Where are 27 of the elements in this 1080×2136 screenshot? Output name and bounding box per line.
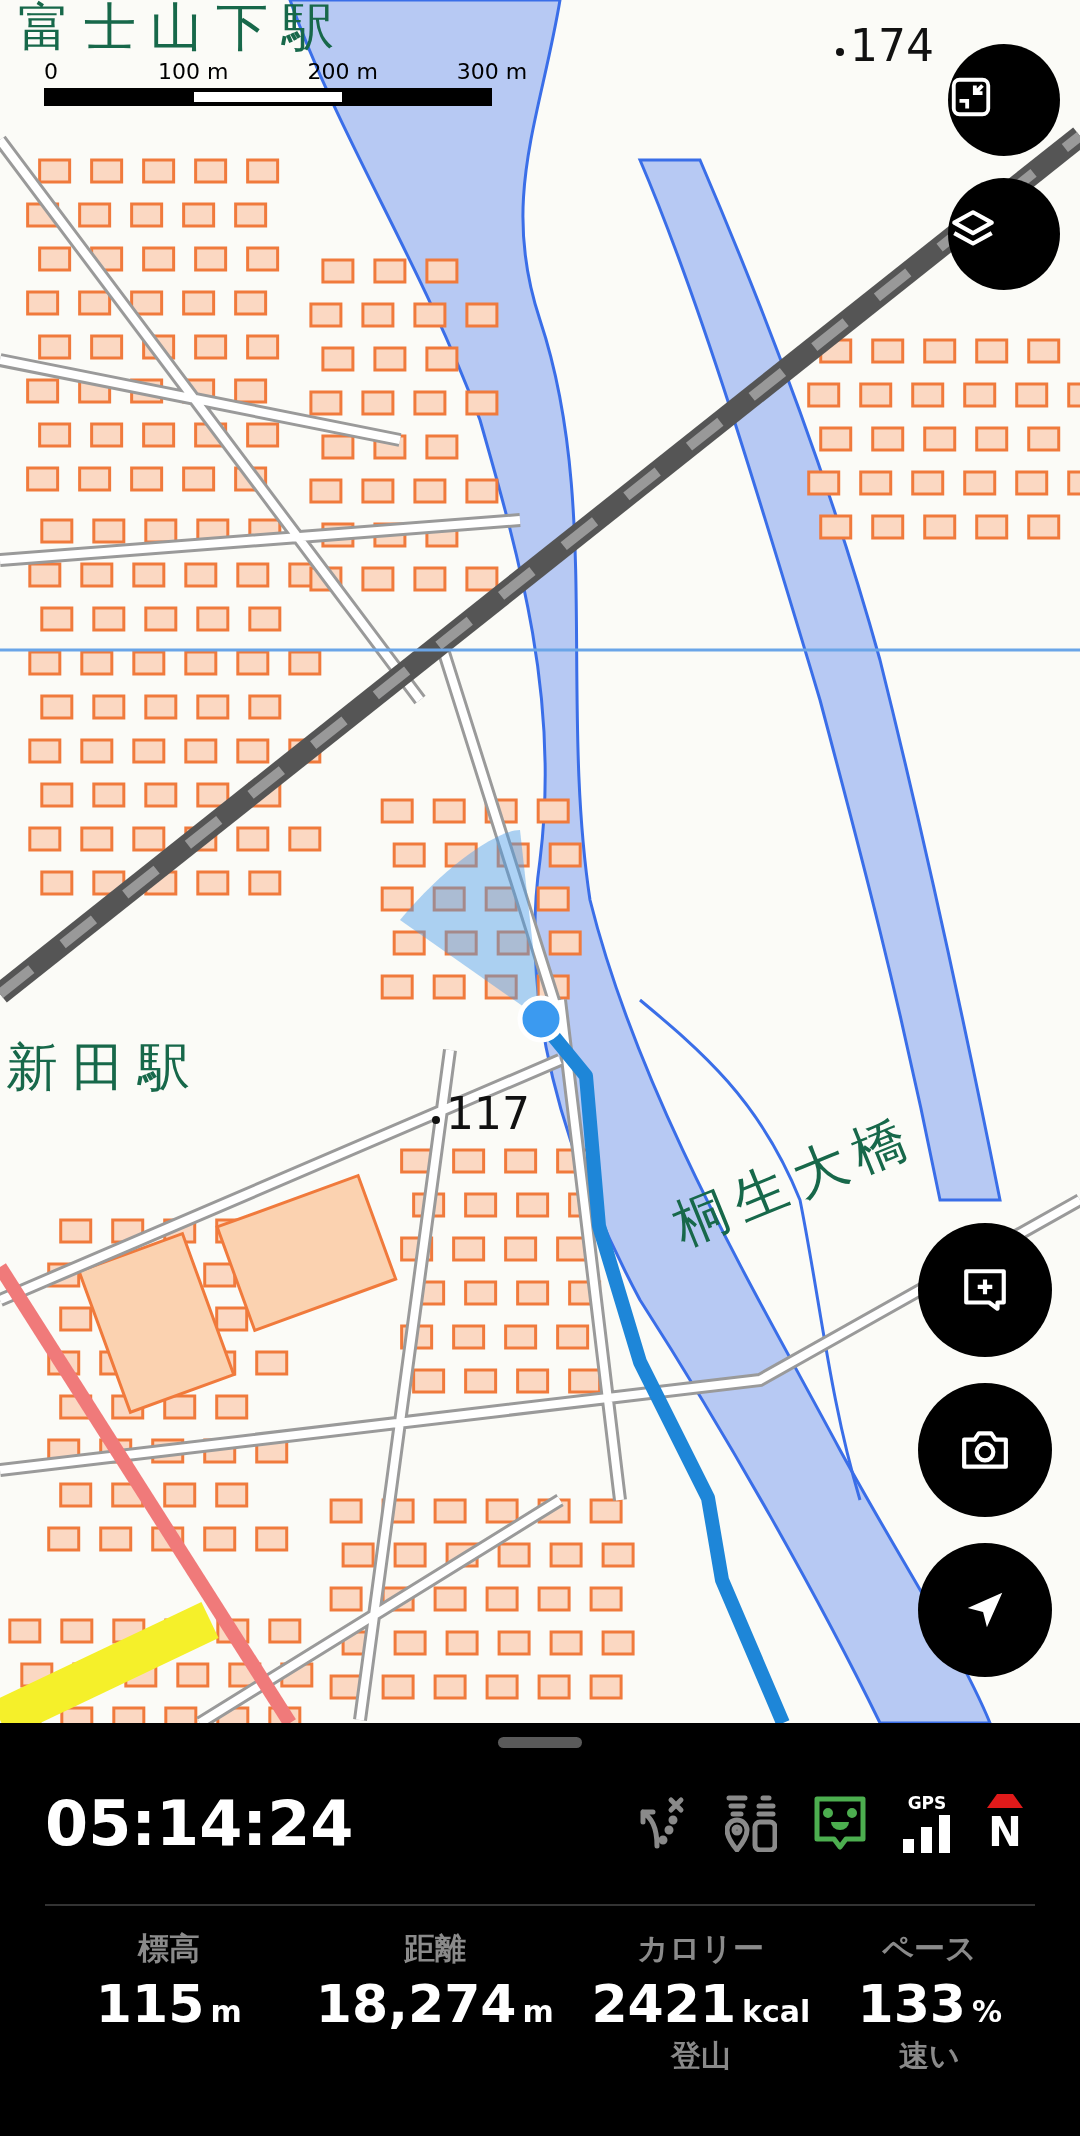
spot-height-label: 174 [850, 20, 934, 71]
stat-value: 133% [857, 1974, 1003, 2034]
drag-handle[interactable] [498, 1737, 582, 1748]
spot-height-dot [432, 1116, 440, 1124]
smiley-chat-icon[interactable] [813, 1795, 867, 1851]
bridge-name-label: 桐生大橋 [663, 1102, 927, 1260]
stat-value: 2421 kcal [591, 1974, 811, 2034]
station-name-label: 新田駅 [6, 1040, 204, 1095]
scale-label: 300 m [456, 60, 528, 85]
stat-value: 115 m [95, 1974, 242, 2034]
stat-note: 速い [899, 2037, 961, 2075]
stat-label: 距離 [403, 1929, 466, 1968]
stat-label: ペース [882, 1929, 978, 1968]
topographic-map-drawing[interactable] [0, 0, 1080, 1723]
scale-label: 0 [44, 60, 58, 85]
spot-height-label: 117 [446, 1088, 530, 1139]
stat-label: 標高 [137, 1929, 200, 1968]
scale-label: 200 m [307, 60, 378, 85]
scale-label: 100 m [158, 60, 229, 85]
spot-height-dot [836, 48, 844, 56]
stat-value: 18,274 m [315, 1974, 554, 2034]
elapsed-time: 05:14:24 [45, 1786, 354, 1860]
stat-note: 登山 [670, 2037, 731, 2075]
gps-signal-indicator: GPS [903, 1793, 951, 1853]
stat-label: カロリー [637, 1929, 765, 1968]
pin-and-tag-icon[interactable] [725, 1794, 777, 1852]
compass-indicator[interactable]: N [987, 1794, 1023, 1852]
